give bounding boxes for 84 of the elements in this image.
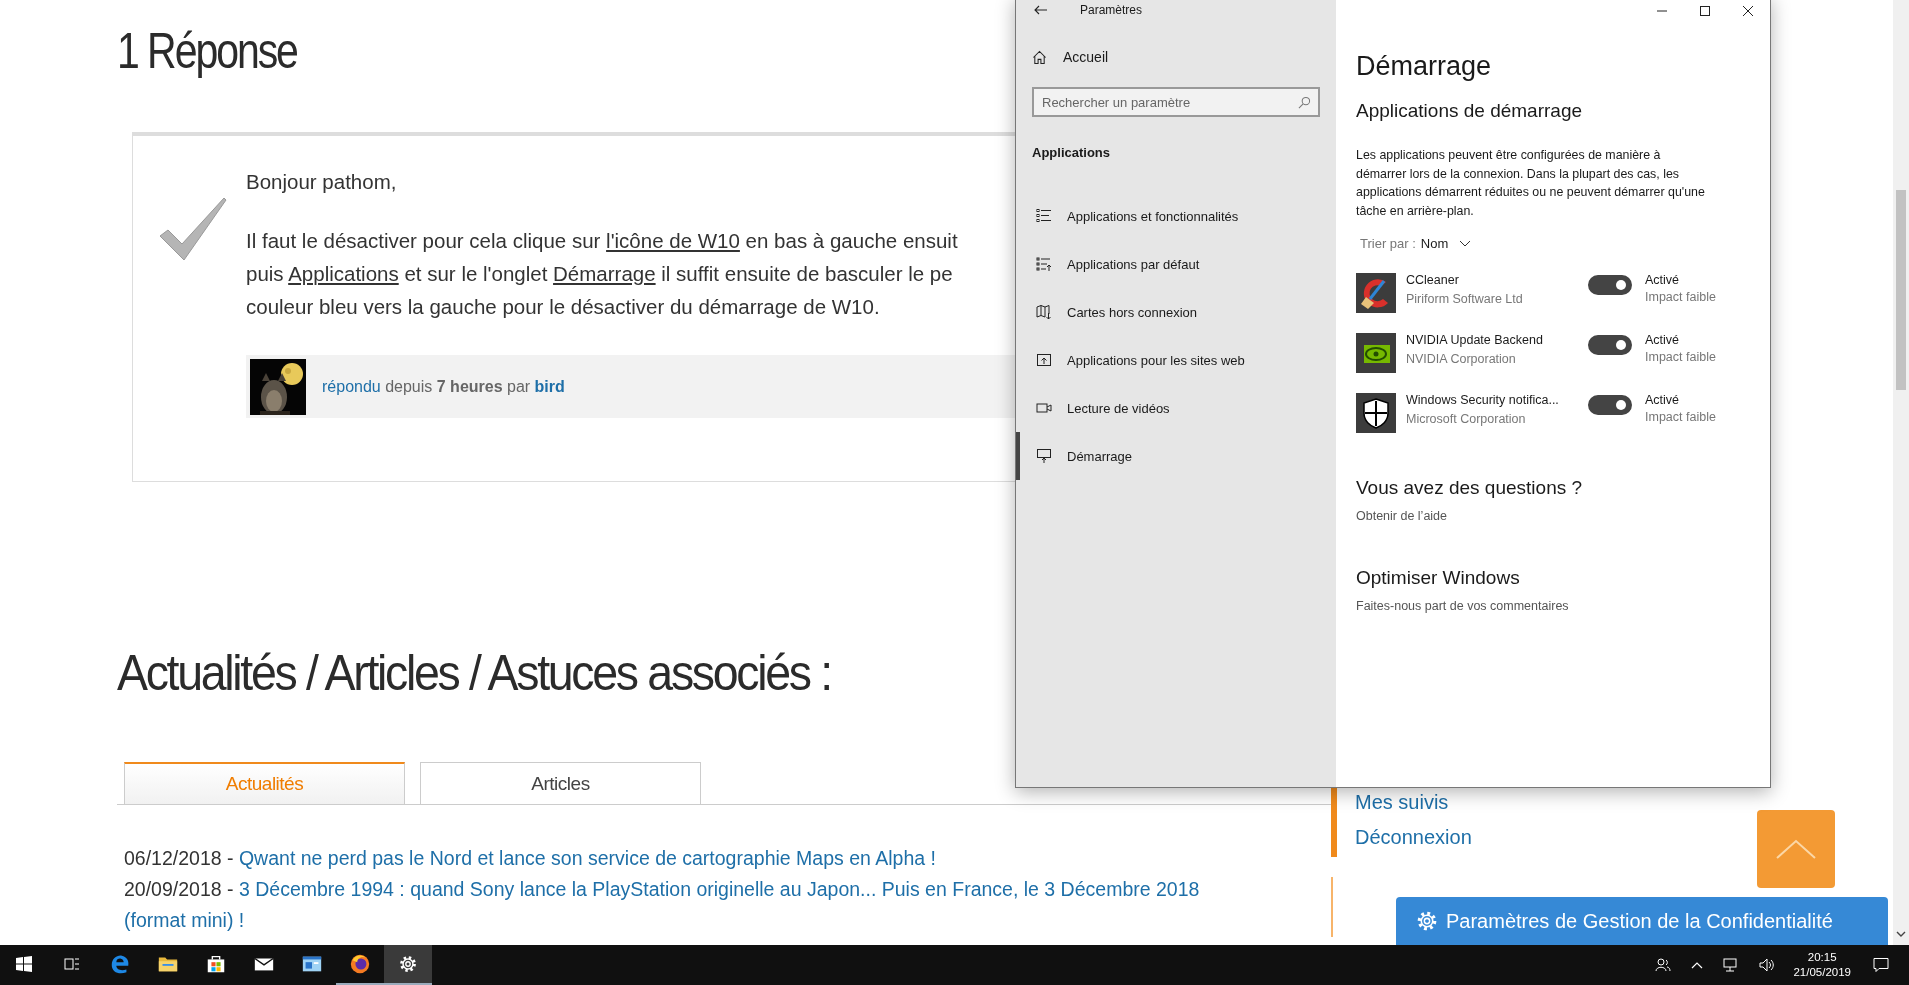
page-title: Démarrage [1356,51,1492,82]
greeting-text: Bonjour pathom, [246,170,397,194]
help-link[interactable]: Obtenir de l’aide [1356,509,1448,523]
inline-link[interactable]: Applications [288,262,399,285]
toggle-switch[interactable] [1588,275,1632,295]
app-name: Windows Security notifica... [1406,393,1559,407]
toggle-status: Activé [1645,393,1680,407]
windows-logo-icon [16,956,32,972]
nav-section-title: Applications [1032,145,1110,160]
feedback-link[interactable]: Faites-nous part de vos commentaires [1356,599,1569,613]
inline-link[interactable]: Démarrage [553,262,656,285]
store-icon [205,953,227,975]
toggle-switch[interactable] [1588,335,1632,355]
scrollbar[interactable] [1893,0,1909,945]
impact-text: Impact faible [1645,290,1716,304]
inline-link[interactable]: l'icône de W10 [606,229,740,252]
section-heading: Actualités / Articles / Astuces associés : [117,644,831,703]
camera-icon [1036,400,1052,416]
toggle-switch[interactable] [1588,395,1632,415]
back-arrow-icon[interactable] [1034,5,1048,15]
upload-box-icon [1036,352,1052,368]
settings-icon [397,953,419,975]
nav-item[interactable]: Cartes hors connexion [1016,288,1336,336]
notification-icon[interactable] [1873,957,1889,973]
scroll-down-icon[interactable] [1896,931,1906,937]
app-name: CCleaner [1406,273,1459,287]
caret-up-icon[interactable] [1691,961,1704,969]
search-field[interactable]: Rechercher un paramètre [1032,87,1320,117]
list-icon [1036,208,1052,224]
nav-item[interactable]: Applications par défaut [1016,240,1336,288]
news-date: 20/09/2018 - [124,878,235,900]
nav-item[interactable]: Lecture de vidéos [1016,384,1336,432]
checkmark-icon [158,196,228,262]
list-arrow-icon [1036,256,1052,272]
user-menu-link[interactable]: Déconnexion [1355,826,1472,849]
close-icon[interactable] [1742,5,1754,17]
news-link[interactable]: (format mini) ! [124,909,245,931]
task-view-icon [64,956,80,972]
map-icon [1036,304,1052,320]
news-link[interactable]: Qwant ne perd pas le Nord et lance son service de cartographie Maps en Alpha ! [238,847,936,869]
tab[interactable]: Articles [420,762,701,804]
taskbar-app-button[interactable] [384,945,432,985]
app-publisher: Microsoft Corporation [1406,412,1526,426]
window-title: Paramètres [1080,3,1143,17]
chevron-up-icon [1776,839,1816,859]
firefox-icon [349,953,371,975]
broom-icon [1356,273,1396,313]
privacy-settings-button[interactable]: Paramètres de Gestion de la Confidentialité [1396,897,1888,945]
nav-item[interactable]: Applications pour les sites web [1016,336,1336,384]
clock[interactable]: 20:15 21/05/2019 [1793,950,1851,980]
description-text: Les applications peuvent être configurées de manière à démarrer lors de la connexion. Dans la plupart des cas, les applications démarrent réduites ou ne peuvent démarrer qu'une tâche en arrière-plan. [1356,147,1706,220]
chevron-down-icon [1459,240,1472,247]
impact-text: Impact faible [1645,350,1716,364]
home-icon [1032,49,1047,65]
section-heading: 1 Réponse [117,22,297,81]
people-icon[interactable] [1655,957,1672,973]
search-icon [1298,96,1311,109]
edge-icon [109,953,131,975]
maximize-icon[interactable] [1699,5,1711,17]
section-heading: Optimiser Windows [1356,567,1520,589]
impact-text: Impact faible [1645,410,1716,424]
shield-icon [1356,393,1396,433]
sort-dropdown[interactable]: Trier par : Nom [1356,236,1472,251]
section-heading: Vous avez des questions ? [1356,477,1583,499]
monitor-icon [1036,448,1052,464]
profile-link[interactable]: bird [534,377,565,395]
network-icon[interactable] [1723,957,1740,973]
app-name: NVIDIA Update Backend [1406,333,1543,347]
toggle-status: Activé [1645,273,1680,287]
settings-icon [1416,910,1438,932]
profile-link[interactable]: répondu [322,377,381,395]
news-link[interactable]: 3 Décembre 1994 : quand Sony lance la PlayStation originelle au Japon... Puis en France, le 3 Décembre 2018 [238,878,1200,900]
answer-meta-text: répondu depuis 7 heures par bird [322,377,565,396]
section-heading: Applications de démarrage [1356,100,1583,122]
scroll-thumb[interactable] [1896,190,1906,390]
user-menu-link[interactable]: Mes suivis [1355,791,1472,814]
toggle-status: Activé [1645,333,1680,347]
app-publisher: Piriform Software Ltd [1406,292,1523,306]
home-nav-item[interactable]: Accueil [1032,49,1109,65]
news-date: 06/12/2018 - [124,847,235,869]
nav-item[interactable]: Applications et fonctionnalités [1016,192,1336,240]
eye-icon [1356,333,1396,373]
app-publisher: NVIDIA Corporation [1406,352,1516,366]
volume-icon[interactable] [1759,957,1776,973]
